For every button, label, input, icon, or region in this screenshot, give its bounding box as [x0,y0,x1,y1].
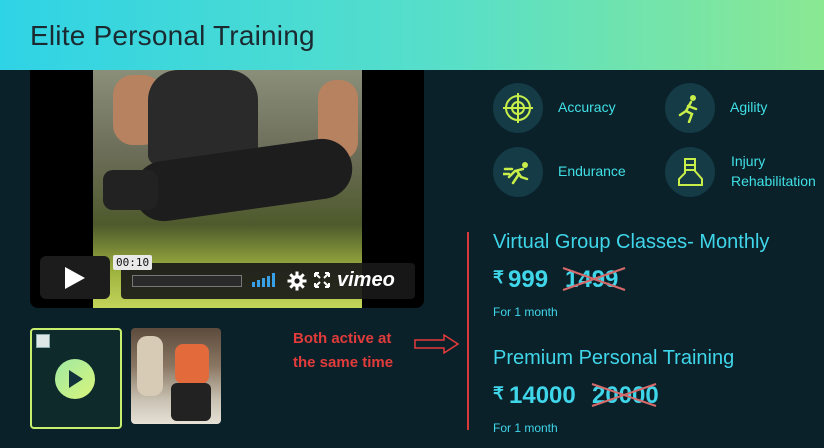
plan-price-premium: 14000 [509,382,576,409]
plan-duration-premium: For 1 month [493,421,558,435]
feature-label-agility: Agility [730,99,768,115]
target-icon [493,83,543,133]
feature-label-line: Rehabilitation [731,173,816,189]
photo-thumbnail[interactable] [131,328,221,424]
vimeo-logo[interactable]: vimeo [337,269,395,292]
annotation-line: the same time [293,354,394,371]
video-thumbnail[interactable] [30,328,122,429]
feature-label-endurance: Endurance [558,163,626,179]
play-icon [65,267,85,289]
annotation-divider [467,232,469,430]
fullscreen-icon[interactable] [314,272,330,288]
play-button[interactable] [40,256,110,299]
feature-label-injury-rehabilitation: Injury Rehabilitation [731,151,816,191]
video-figure-shoe [103,170,158,210]
photo-equipment [171,383,211,421]
video-player[interactable]: vimeo [30,70,424,308]
page-title: Elite Personal Training [30,20,315,51]
annotation-line: Both active at [293,330,392,347]
feature-label-accuracy: Accuracy [558,99,616,115]
plan-duration-virtual: For 1 month [493,305,558,319]
currency-symbol: ₹ [493,384,504,403]
feature-label-line: Injury [731,153,766,169]
video-progress-bar[interactable] [132,275,242,287]
running-figure-icon [665,83,715,133]
video-controlbar: vimeo [121,263,415,299]
video-timecode: 00:10 [113,255,153,270]
strikethrough-mark [591,383,657,407]
strikethrough-mark [562,267,626,291]
annotation-note: Both active at the same time [293,327,393,375]
plan-price-virtual: 999 [508,266,549,293]
photo-person [137,336,163,396]
broken-image-icon [36,334,50,348]
currency-symbol: ₹ [493,268,504,287]
thumbnail-play-button[interactable] [55,359,95,399]
volume-bars-icon[interactable] [252,273,278,287]
plan-title-virtual: Virtual Group Classes- Monthly [493,231,770,253]
plan-title-premium: Premium Personal Training [493,347,735,369]
settings-gear-icon[interactable] [287,271,307,291]
sprinter-icon [493,147,543,197]
play-icon [69,370,83,388]
ankle-brace-icon [665,147,715,197]
photo-person [175,344,209,384]
arrow-right-icon [414,334,460,354]
header-bar: Elite Personal Training [0,0,824,70]
